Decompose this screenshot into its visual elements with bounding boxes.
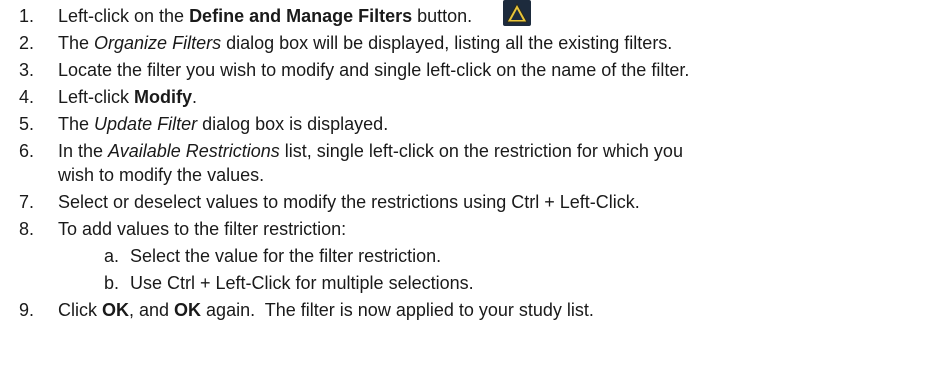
step-text-post: list, single left-click on the restricti… <box>279 141 683 161</box>
step-text: In the Available Restrictions list, sing… <box>58 139 683 163</box>
step-text-mid: , and <box>129 300 175 320</box>
ok-label-again: OK <box>174 300 202 320</box>
step-number: 2. <box>18 33 34 53</box>
substep-text: Use Ctrl + Left-Click for multiple selec… <box>130 273 474 293</box>
step-text: Left-click on the Define and Manage Filt… <box>58 0 531 28</box>
define-and-manage-filters-label: Define and Manage Filters <box>189 6 413 26</box>
step-text-post: dialog box will be displayed, listing al… <box>221 33 673 53</box>
substep-letter: a. <box>104 246 120 266</box>
update-filter-dialog-name: Update Filter <box>94 114 198 134</box>
substep-text: Select the value for the filter restrict… <box>130 246 442 266</box>
step-number: 8. <box>18 219 34 239</box>
organize-filters-dialog-name: Organize Filters <box>94 33 222 53</box>
step-text-pre: In the <box>58 141 109 161</box>
step-text: Left-click Modify. <box>58 85 197 109</box>
step-text-post: . <box>192 87 198 107</box>
step-number: 3. <box>18 60 34 80</box>
step-text-pre: Click <box>58 300 102 320</box>
modify-label: Modify <box>134 87 193 107</box>
step-number: 6. <box>18 141 34 161</box>
instruction-list: 1. Left-click on the Define and Manage F… <box>0 0 932 392</box>
step-text-post: again. The filter is now applied to your… <box>201 300 594 320</box>
ok-label: OK <box>102 300 129 320</box>
step-text-post: button. <box>412 6 473 26</box>
step-text-pre: The <box>58 33 95 53</box>
available-restrictions-list-name: Available Restrictions <box>108 141 280 161</box>
step-number: 1. <box>18 6 34 26</box>
step-text-pre: Left-click on the <box>58 6 190 26</box>
step-text: Select or deselect values to modify the … <box>58 192 640 212</box>
step-number: 4. <box>18 87 34 107</box>
substep-letter: b. <box>104 273 120 293</box>
step-number: 9. <box>18 300 34 320</box>
step-text-pre: Left-click <box>58 87 135 107</box>
step-text-pre: The <box>58 114 95 134</box>
step-text: The Organize Filters dialog box will be … <box>58 31 672 55</box>
step-text-continuation: wish to modify the values. <box>58 165 265 185</box>
step-text: Click OK, and OK again. The filter is no… <box>58 298 594 322</box>
define-and-manage-filters-icon <box>503 0 531 26</box>
step-text: The Update Filter dialog box is displaye… <box>58 112 388 136</box>
step-number: 7. <box>18 192 34 212</box>
step-number: 5. <box>18 114 34 134</box>
step-text-post: dialog box is displayed. <box>197 114 389 134</box>
step-text: To add values to the filter restriction: <box>58 219 347 239</box>
step-text: Locate the filter you wish to modify and… <box>58 60 690 80</box>
